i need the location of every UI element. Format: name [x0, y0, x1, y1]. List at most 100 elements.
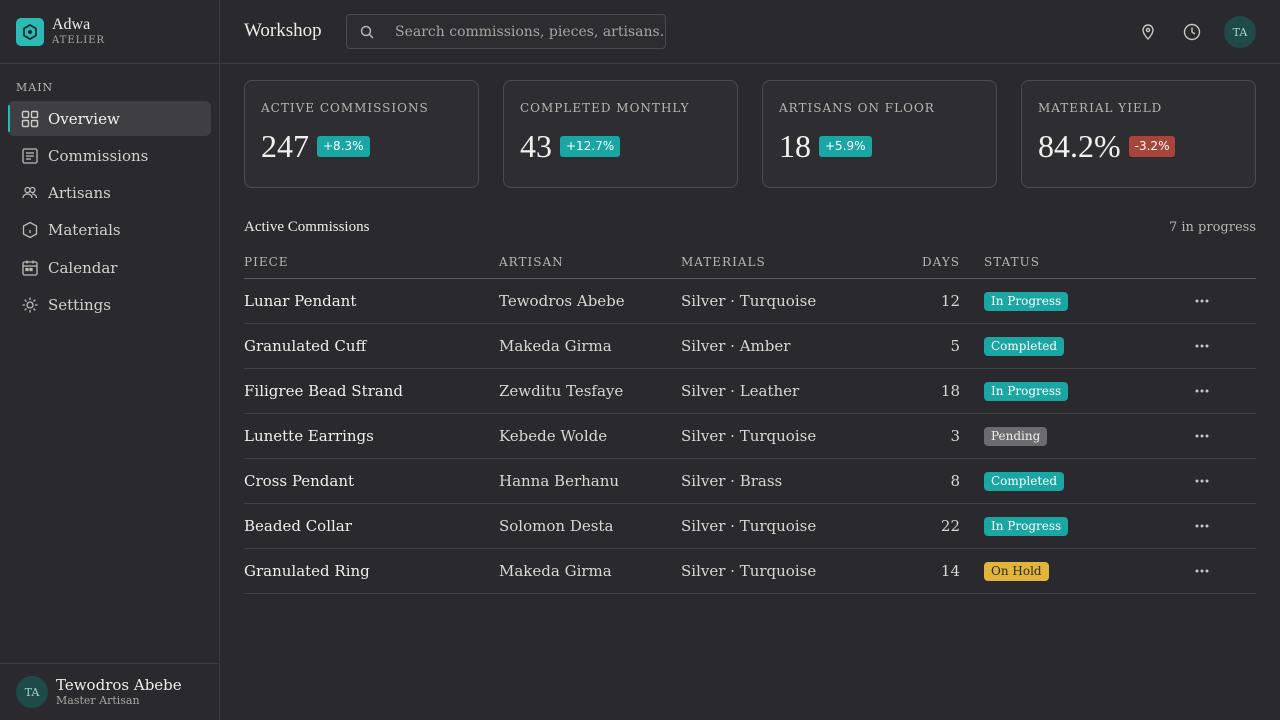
cell-status: Pending	[984, 413, 1191, 459]
cell-piece: Beaded Collar	[244, 503, 499, 549]
cell-actions	[1191, 278, 1256, 324]
stat-card-completed-monthly: COMPLETED MONTHLY 43 +12.7%	[503, 80, 738, 188]
sidebar-item-overview[interactable]: Overview	[8, 101, 211, 136]
stat-change-badge: +12.7%	[560, 135, 621, 157]
sidebar-item-label: Materials	[48, 221, 121, 240]
stat-label: MATERIAL YIELD	[1038, 101, 1163, 115]
sidebar-item-settings[interactable]: Settings	[8, 287, 211, 322]
document-icon	[21, 147, 39, 165]
table-title: Active Commissions	[244, 219, 370, 235]
more-options-icon[interactable]	[1192, 381, 1212, 401]
avatar: TA	[16, 676, 48, 708]
sidebar-item-materials[interactable]: Materials	[8, 213, 211, 248]
more-options-icon[interactable]	[1192, 516, 1212, 536]
cell-materials: Silver · Turquoise	[681, 278, 902, 324]
cell-artisan: Makeda Girma	[499, 548, 681, 594]
stat-label: COMPLETED MONTHLY	[520, 101, 690, 115]
status-badge: Pending	[984, 426, 1048, 446]
status-badge: In Progress	[984, 381, 1069, 401]
more-options-icon[interactable]	[1192, 561, 1212, 581]
table-row[interactable]: Granulated Ring Makeda Girma Silver · Tu…	[244, 548, 1256, 594]
cell-materials: Silver · Turquoise	[681, 503, 902, 549]
cell-days: 18	[902, 368, 984, 414]
cell-materials: Silver · Brass	[681, 458, 902, 504]
gear-icon	[21, 296, 39, 314]
cell-status: Completed	[984, 323, 1191, 369]
table-row[interactable]: Beaded Collar Solomon Desta Silver · Tur…	[244, 503, 1256, 549]
cell-piece: Granulated Cuff	[244, 323, 499, 369]
stat-change-badge: +5.9%	[819, 135, 872, 157]
table-row[interactable]: Cross Pendant Hanna Berhanu Silver · Bra…	[244, 458, 1256, 504]
cell-actions	[1191, 368, 1256, 414]
more-options-icon[interactable]	[1192, 471, 1212, 491]
cell-artisan: Kebede Wolde	[499, 413, 681, 459]
table-row[interactable]: Lunette Earrings Kebede Wolde Silver · T…	[244, 413, 1256, 459]
column-header-piece[interactable]: PIECE	[244, 246, 499, 279]
avatar[interactable]: TA	[1224, 16, 1256, 48]
cell-status: In Progress	[984, 368, 1191, 414]
cell-piece: Cross Pendant	[244, 458, 499, 504]
stat-value: 18	[779, 128, 811, 164]
sidebar-item-label: Settings	[48, 295, 111, 314]
stat-card-artisans-on-floor: ARTISANS ON FLOOR 18 +5.9%	[762, 80, 997, 188]
column-header-materials[interactable]: MATERIALS	[681, 246, 902, 279]
stat-card-material-yield: MATERIAL YIELD 84.2% -3.2%	[1021, 80, 1256, 188]
cell-days: 12	[902, 278, 984, 324]
status-badge: Completed	[984, 336, 1065, 356]
brand[interactable]: Adwa ATELIER	[0, 0, 219, 64]
cell-days: 8	[902, 458, 984, 504]
status-badge: Completed	[984, 471, 1065, 491]
cell-materials: Silver · Turquoise	[681, 548, 902, 594]
cell-actions	[1191, 548, 1256, 594]
cell-materials: Silver · Amber	[681, 323, 902, 369]
cell-actions	[1191, 503, 1256, 549]
clock-icon[interactable]	[1182, 22, 1202, 42]
stat-label: ACTIVE COMMISSIONS	[261, 101, 429, 115]
table-header-row: PIECE ARTISAN MATERIALS DAYS STATUS	[244, 246, 1256, 279]
calendar-icon	[21, 259, 39, 277]
cell-piece: Lunette Earrings	[244, 413, 499, 459]
more-options-icon[interactable]	[1192, 426, 1212, 446]
cell-days: 3	[902, 413, 984, 459]
status-badge: On Hold	[984, 561, 1049, 581]
stat-card-active-commissions: ACTIVE COMMISSIONS 247 +8.3%	[244, 80, 479, 188]
column-header-days[interactable]: DAYS	[902, 246, 984, 279]
cell-piece: Granulated Ring	[244, 548, 499, 594]
column-header-status[interactable]: STATUS	[984, 246, 1191, 279]
sidebar-item-artisans[interactable]: Artisans	[8, 176, 211, 211]
sidebar-item-label: Calendar	[48, 258, 118, 277]
table-row[interactable]: Lunar Pendant Tewodros Abebe Silver · Tu…	[244, 278, 1256, 324]
more-options-icon[interactable]	[1192, 336, 1212, 356]
cell-artisan: Makeda Girma	[499, 323, 681, 369]
status-badge: In Progress	[984, 516, 1069, 536]
user-profile[interactable]: TA Tewodros Abebe Master Artisan	[0, 663, 219, 720]
sidebar-item-calendar[interactable]: Calendar	[8, 250, 211, 285]
search-box[interactable]	[346, 14, 666, 49]
user-role: Master Artisan	[56, 693, 140, 707]
cell-status: In Progress	[984, 278, 1191, 324]
stat-value: 43	[520, 128, 552, 164]
grid-icon	[21, 110, 39, 128]
cell-days: 14	[902, 548, 984, 594]
location-pin-icon[interactable]	[1138, 22, 1158, 42]
column-header-artisan[interactable]: ARTISAN	[499, 246, 681, 279]
search-input[interactable]	[395, 23, 665, 40]
brand-name: Adwa	[52, 15, 91, 33]
cell-piece: Filigree Bead Strand	[244, 368, 499, 414]
cell-status: On Hold	[984, 548, 1191, 594]
sidebar: Adwa ATELIER MAIN Overview Commissions A…	[0, 0, 220, 720]
cell-status: In Progress	[984, 503, 1191, 549]
cell-actions	[1191, 323, 1256, 369]
table-row[interactable]: Filigree Bead Strand Zewditu Tesfaye Sil…	[244, 368, 1256, 414]
sidebar-item-label: Overview	[48, 109, 120, 128]
user-name: Tewodros Abebe	[56, 675, 182, 694]
table-row[interactable]: Granulated Cuff Makeda Girma Silver · Am…	[244, 323, 1256, 369]
cell-materials: Silver · Leather	[681, 368, 902, 414]
commissions-table: PIECE ARTISAN MATERIALS DAYS STATUS Luna…	[244, 246, 1256, 594]
top-bar: Workshop TA	[220, 0, 1280, 64]
more-options-icon[interactable]	[1192, 291, 1212, 311]
stat-value: 247	[261, 128, 309, 164]
brand-subtitle: ATELIER	[52, 34, 106, 46]
sidebar-item-commissions[interactable]: Commissions	[8, 138, 211, 173]
cell-days: 5	[902, 323, 984, 369]
